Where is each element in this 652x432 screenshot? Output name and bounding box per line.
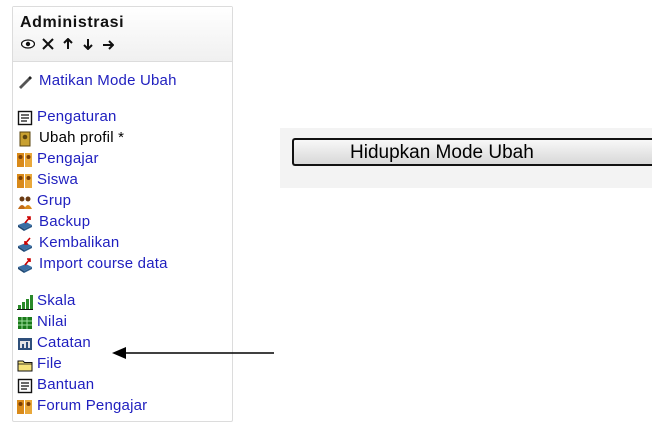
menu-item-label[interactable]: Skala — [37, 293, 227, 308]
menu-item-bantuan[interactable]: Bantuan — [17, 377, 229, 395]
backup-icon — [17, 215, 33, 231]
menu-item-label[interactable]: Kembalikan — [39, 235, 229, 250]
close-icon[interactable] — [41, 38, 55, 52]
menu-item-label[interactable]: Nilai — [37, 314, 227, 329]
menu-item-nilai[interactable]: Nilai — [17, 314, 229, 332]
menu-item-siswa[interactable]: Siswa — [17, 172, 229, 190]
menu-item-skala[interactable]: Skala — [17, 293, 229, 311]
menu-item-label[interactable]: Bantuan — [37, 377, 227, 392]
menu-item-pengajar[interactable]: Pengajar — [17, 151, 229, 169]
forum-icon — [17, 399, 33, 415]
menu-item-label[interactable]: Import course data — [39, 256, 189, 271]
arrow-right-icon[interactable] — [101, 38, 115, 52]
menu-item-label[interactable]: Forum Pengajar — [37, 398, 157, 413]
pencil-icon — [17, 74, 33, 90]
document-icon — [17, 110, 33, 126]
menu-item-ubah-profil[interactable]: Ubah profil * — [17, 130, 229, 148]
group-icon — [17, 194, 33, 210]
arrow-up-icon[interactable] — [61, 37, 75, 52]
users-icon — [17, 173, 33, 189]
menu-item-label[interactable]: Siswa — [37, 172, 227, 187]
grades-icon — [17, 315, 33, 331]
admin-menu: Matikan Mode Ubah Pengaturan Ubah profil… — [13, 63, 232, 421]
menu-item-backup[interactable]: Backup — [17, 214, 229, 232]
logs-icon — [17, 336, 33, 352]
profile-icon — [17, 131, 33, 147]
menu-item-kembalikan[interactable]: Kembalikan — [17, 235, 229, 253]
menu-item-label[interactable]: Matikan Mode Ubah — [39, 73, 199, 88]
scale-icon — [17, 294, 33, 310]
menu-item-label[interactable]: Pengaturan — [37, 109, 227, 124]
help-icon — [17, 378, 33, 394]
menu-item-label[interactable]: Grup — [37, 193, 227, 208]
menu-item-label[interactable]: Pengajar — [37, 151, 227, 166]
turn-editing-on-button[interactable]: Hidupkan Mode Ubah — [292, 138, 652, 166]
restore-icon — [17, 236, 33, 252]
block-controls — [20, 37, 115, 53]
folder-icon — [17, 357, 33, 373]
admin-block-title: Administrasi — [20, 14, 125, 31]
arrow-down-icon[interactable] — [81, 38, 95, 52]
import-icon — [17, 257, 33, 273]
menu-item-import-course-data[interactable]: Import course data — [17, 256, 229, 290]
menu-item-label[interactable]: Backup — [39, 214, 229, 229]
eye-icon[interactable] — [20, 38, 36, 52]
edit-mode-strip: Hidupkan Mode Ubah — [280, 128, 652, 188]
arrow-left-icon — [112, 347, 274, 359]
menu-item-grup[interactable]: Grup — [17, 193, 229, 211]
admin-block-header: Administrasi — [13, 7, 232, 62]
menu-item-label[interactable]: Ubah profil * — [39, 130, 229, 145]
menu-item-forum-pengajar[interactable]: Forum Pengajar — [17, 398, 229, 432]
menu-item-pengaturan[interactable]: Pengaturan — [17, 109, 229, 127]
users-icon — [17, 152, 33, 168]
menu-item-matikan-mode-ubah[interactable]: Matikan Mode Ubah — [17, 73, 229, 105]
